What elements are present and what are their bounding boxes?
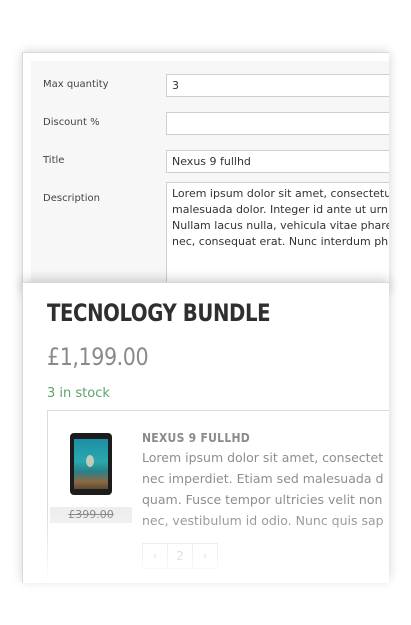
product-title: TECNOLOGY BUNDLE — [47, 299, 271, 327]
decrement-button[interactable]: ‹ — [143, 544, 168, 568]
description-line: nec imperdiet. Etiam sed malesuada d — [142, 471, 384, 486]
description-label: Description — [43, 193, 100, 204]
description-line: Nullam lacus nulla, vehicula vitae phare — [172, 219, 389, 232]
settings-form: Max quantity 3 Discount % Title Nexus 9 … — [31, 61, 389, 291]
increment-button[interactable]: › — [193, 544, 217, 568]
product-price: £1,199.00 — [47, 343, 149, 371]
description-line: nec, vestibulum id odio. Nunc quis sap — [142, 513, 384, 528]
title-input[interactable]: Nexus 9 fullhd — [166, 150, 389, 173]
quantity-value[interactable]: 2 — [168, 544, 193, 568]
stock-status: 3 in stock — [47, 386, 110, 401]
description-textarea[interactable]: Lorem ipsum dolor sit amet, consectetu m… — [166, 182, 389, 291]
discount-input[interactable] — [166, 112, 389, 135]
bundle-settings-panel: Max quantity 3 Discount % Title Nexus 9 … — [22, 52, 389, 292]
discount-label: Discount % — [43, 117, 100, 128]
max-quantity-label: Max quantity — [43, 79, 109, 90]
bundle-item-title[interactable]: NEXUS 9 FULLHD — [142, 431, 250, 445]
quantity-stepper: ‹ 2 › — [142, 543, 218, 569]
bundle-item-description: Lorem ipsum dolor sit amet, consectet ne… — [142, 447, 389, 531]
description-line: nec, consequat erat. Nunc interdum ph — [172, 235, 389, 248]
description-line: Lorem ipsum dolor sit amet, consectet — [142, 450, 384, 465]
description-line: malesuada dolor. Integer id ante ut urn — [172, 203, 388, 216]
old-price: £399.00 — [50, 507, 132, 523]
tablet-screen — [74, 439, 108, 489]
bundle-item: £399.00 NEXUS 9 FULLHD Lorem ipsum dolor… — [47, 410, 389, 583]
description-line: quam. Fusce tempor ultricies velit non — [142, 492, 383, 507]
product-card: TECNOLOGY BUNDLE £1,199.00 3 in stock £3… — [22, 282, 389, 583]
title-label: Title — [43, 155, 65, 166]
tablet-icon[interactable] — [70, 433, 112, 495]
description-line: Lorem ipsum dolor sit amet, consectetu — [172, 187, 389, 200]
max-quantity-input[interactable]: 3 — [166, 74, 389, 97]
